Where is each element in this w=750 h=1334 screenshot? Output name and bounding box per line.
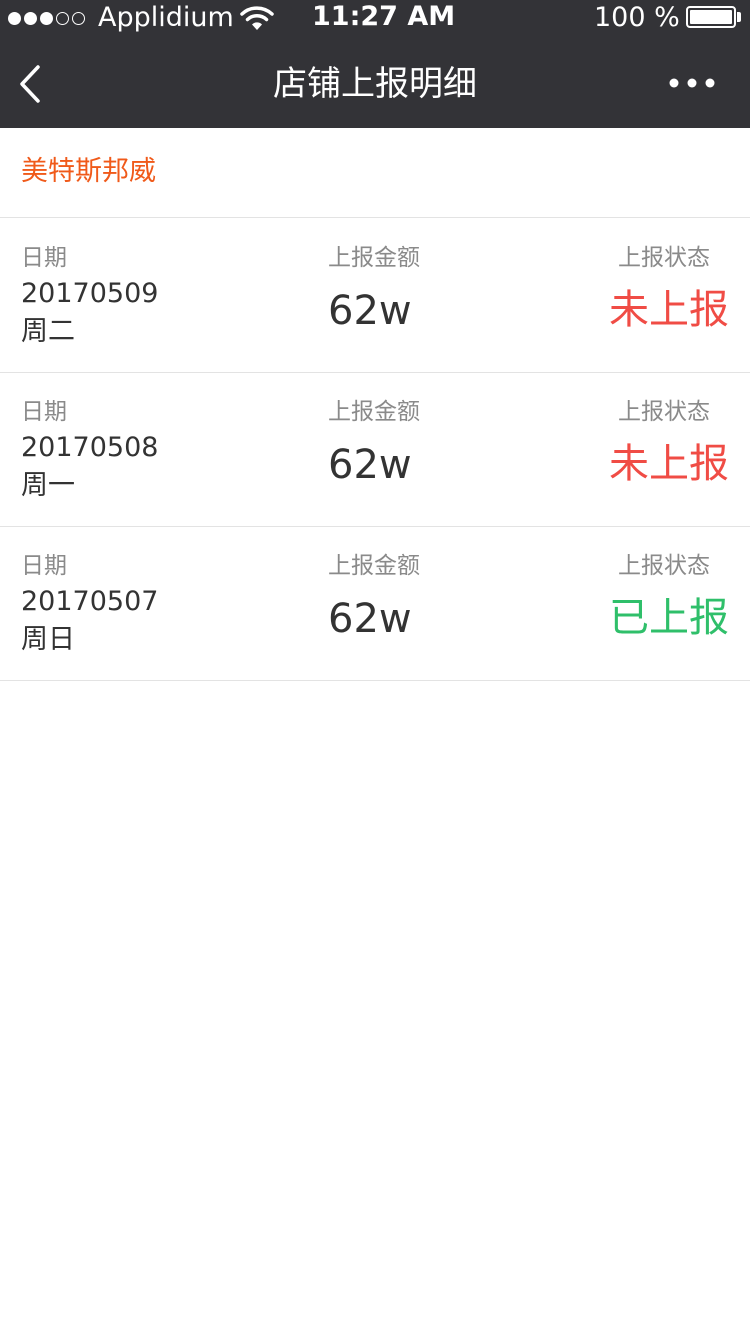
- wifi-icon: [240, 4, 274, 32]
- battery-percent: 100 %: [594, 2, 680, 33]
- status-label: 上报状态: [618, 245, 710, 271]
- report-status: 已上报: [609, 595, 729, 641]
- signal-dot: [24, 11, 37, 25]
- status-time: 11:27 AM: [312, 1, 456, 32]
- date-label: 日期: [21, 245, 67, 271]
- screen: Applidium 11:27 AM 100 % 店铺上报明细 美特斯邦威 日期…: [0, 0, 750, 1334]
- report-row[interactable]: 日期 上报金额 上报状态 20170508 周一 62w 未上报: [0, 373, 750, 527]
- more-button[interactable]: [660, 40, 750, 128]
- report-date: 20170507: [21, 586, 159, 617]
- signal-dot: [72, 11, 85, 25]
- status-label: 上报状态: [618, 399, 710, 425]
- top-bar: Applidium 11:27 AM 100 % 店铺上报明细: [0, 0, 750, 128]
- nav-bar: 店铺上报明细: [0, 40, 750, 128]
- amount-label: 上报金额: [328, 553, 420, 579]
- page-title: 店铺上报明细: [273, 64, 477, 104]
- signal-dot: [40, 11, 53, 25]
- amount-label: 上报金额: [328, 399, 420, 425]
- chevron-left-icon: [20, 65, 40, 103]
- back-button[interactable]: [0, 40, 80, 128]
- signal-dot: [8, 11, 21, 25]
- report-row[interactable]: 日期 上报金额 上报状态 20170509 周二 62w 未上报: [0, 219, 750, 373]
- battery-level: [690, 10, 732, 24]
- store-name: 美特斯邦威: [21, 156, 156, 187]
- report-weekday: 周一: [21, 470, 75, 501]
- signal-dot: [56, 11, 69, 25]
- store-header: 美特斯邦威: [0, 128, 750, 218]
- battery-icon: [686, 6, 736, 28]
- report-status: 未上报: [609, 441, 729, 487]
- carrier-name: Applidium: [98, 2, 234, 33]
- report-amount: 62w: [328, 288, 412, 334]
- date-label: 日期: [21, 399, 67, 425]
- battery-tip: [737, 12, 741, 22]
- report-date: 20170509: [21, 278, 159, 309]
- signal-strength-icon: [8, 10, 85, 26]
- report-amount: 62w: [328, 596, 412, 642]
- more-dots-icon: [669, 78, 715, 88]
- report-row[interactable]: 日期 上报金额 上报状态 20170507 周日 62w 已上报: [0, 527, 750, 681]
- report-date: 20170508: [21, 432, 159, 463]
- report-status: 未上报: [609, 287, 729, 333]
- report-weekday: 周二: [21, 316, 75, 347]
- report-list: 日期 上报金额 上报状态 20170509 周二 62w 未上报 日期 上报金额…: [0, 219, 750, 681]
- date-label: 日期: [21, 553, 67, 579]
- report-amount: 62w: [328, 442, 412, 488]
- amount-label: 上报金额: [328, 245, 420, 271]
- status-bar: Applidium 11:27 AM 100 %: [0, 0, 750, 40]
- report-weekday: 周日: [21, 624, 75, 655]
- status-label: 上报状态: [618, 553, 710, 579]
